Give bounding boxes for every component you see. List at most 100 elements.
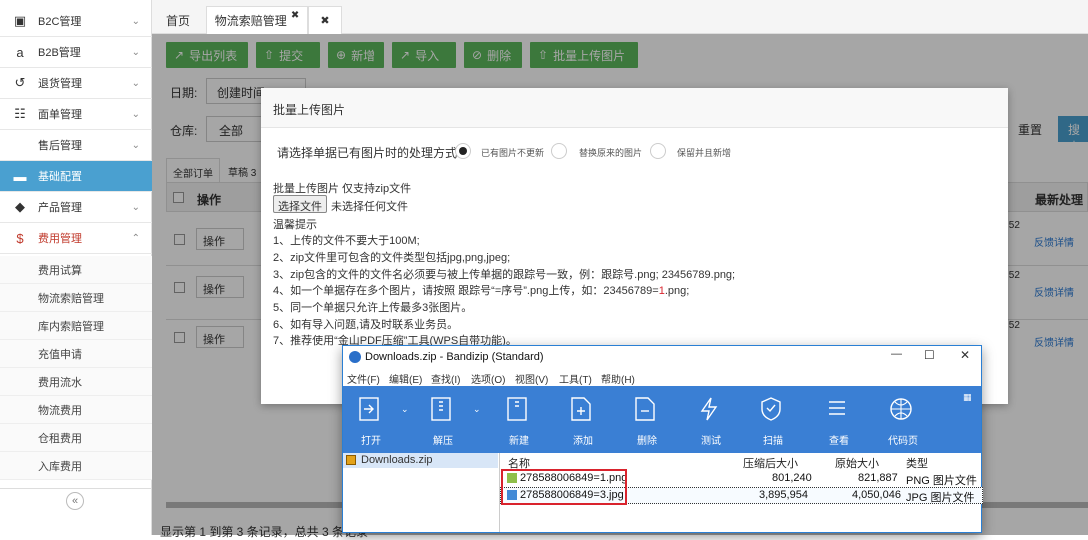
window-title: Downloads.zip - Bandizip (Standard) [365, 351, 544, 363]
chevron-down-icon: ⌄ [131, 139, 140, 151]
return-icon: ↺ [14, 75, 26, 90]
file-type: JPG 图片文件 [906, 492, 975, 504]
layout-grid-icon[interactable]: ▦ [963, 392, 972, 403]
tool-label: 测试 [701, 436, 721, 447]
sidebar-subitem-warehouse-claims[interactable]: 库内索赔管理 [0, 312, 152, 340]
chevron-down-icon[interactable]: ⌄ [473, 404, 481, 415]
tool-codepage[interactable]: 代码页 [877, 386, 929, 453]
tab-label: 首页 [165, 13, 190, 28]
bandizip-toolbar: 打开 ⌄ 解压 ⌄ 新建 添加 删除 测试 扫描 查看 代码页 ▦ [343, 386, 981, 453]
extract-icon [431, 397, 451, 421]
file-packed-size: 801,240 [772, 472, 812, 484]
sidebar: ▣ B2C管理 ⌄ a B2B管理 ⌄ ↺ 退货管理 ⌄ ☷ 面单管理 ⌄ 售后… [0, 0, 152, 535]
tab-logistics-claims[interactable]: 物流索赔管理 ✖ [206, 6, 308, 34]
minimize-icon[interactable]: — [891, 348, 902, 360]
option-append-radio[interactable] [650, 143, 666, 159]
tool-label: 解压 [433, 436, 453, 447]
option-keep-radio[interactable] [455, 143, 471, 159]
tip-6: 6、如有导入问题,请及时联系业务员。 [273, 319, 459, 331]
sidebar-item-fees[interactable]: $ 费用管理 ⌃ [0, 223, 152, 254]
tree-item[interactable]: Downloads.zip [343, 453, 498, 468]
tool-label: 扫描 [763, 436, 783, 447]
bandizip-folder-tree: Downloads.zip [343, 453, 500, 532]
sidebar-subitem-label: 物流费用 [38, 404, 82, 417]
highlight-box [501, 469, 627, 505]
tool-test[interactable]: 测试 [685, 386, 737, 453]
choose-file-button[interactable]: 选择文件 [273, 195, 327, 213]
sidebar-item-label: 退货管理 [38, 78, 82, 90]
sidebar-item-b2c[interactable]: ▣ B2C管理 ⌄ [0, 6, 152, 37]
sidebar-item-label: 产品管理 [38, 202, 82, 214]
bandizip-menubar: 文件(F) 编辑(E) 查找(I) 选项(O) 视图(V) 工具(T) 帮助(H… [343, 368, 981, 386]
new-archive-icon [507, 397, 527, 421]
tool-new[interactable]: 新建 [493, 386, 545, 453]
file-original-size: 4,050,046 [852, 489, 901, 501]
column-type[interactable]: 类型 [906, 455, 928, 471]
sidebar-subitem-label: 费用试算 [38, 264, 82, 277]
sidebar-item-aftersale[interactable]: 售后管理 ⌄ [0, 130, 152, 161]
tab-bar: 首页 物流索赔管理 ✖ ✖ [152, 0, 1088, 34]
sidebar-item-b2b[interactable]: a B2B管理 ⌄ [0, 37, 152, 68]
menu-options[interactable]: 选项(O) [471, 371, 505, 386]
file-original-size: 821,887 [858, 472, 898, 484]
tool-scan[interactable]: 扫描 [747, 386, 799, 453]
option-keep-label: 已有图片不更新 [481, 148, 545, 158]
maximize-icon[interactable]: ☐ [924, 348, 935, 362]
tab-home[interactable]: 首页 [158, 6, 198, 34]
sidebar-item-returns[interactable]: ↺ 退货管理 ⌄ [0, 68, 152, 99]
sidebar-subitem-fee-trial[interactable]: 费用试算 [0, 256, 152, 284]
menu-find[interactable]: 查找(I) [431, 371, 460, 386]
tips-title: 温馨提示 [273, 219, 317, 231]
collapse-sidebar-icon[interactable]: « [66, 492, 84, 510]
sidebar-subitem-logistics-claims[interactable]: 物流索赔管理 [0, 284, 152, 312]
file-type: PNG 图片文件 [906, 475, 977, 487]
sidebar-subitem-inbound-fees[interactable]: 入库费用 [0, 452, 152, 480]
sidebar-subitem-logistics-fees[interactable]: 物流费用 [0, 396, 152, 424]
tool-add[interactable]: 添加 [557, 386, 609, 453]
sidebar-subitem-label: 仓租费用 [38, 432, 82, 445]
tool-label: 查看 [829, 436, 849, 447]
menu-view[interactable]: 视图(V) [515, 371, 548, 386]
tool-delete[interactable]: 删除 [621, 386, 673, 453]
menu-help[interactable]: 帮助(H) [601, 371, 635, 386]
close-window-icon[interactable]: ✕ [960, 348, 970, 362]
bandizip-file-list: 名称 压缩后大小 原始大小 类型 278588006849=1.png 801,… [500, 453, 983, 532]
tip-4-text: 4、如一个单据存在多个图片，请按照 跟踪号“=序号”.png上传，如：23456… [273, 285, 659, 297]
chevron-up-icon: ⌃ [131, 232, 140, 244]
tool-view[interactable]: 查看 [813, 386, 865, 453]
sidebar-item-label: B2B管理 [38, 47, 81, 59]
sidebar-item-products[interactable]: ◆ 产品管理 ⌄ [0, 192, 152, 223]
sidebar-subitem-storage-fees[interactable]: 仓租费用 [0, 424, 152, 452]
close-all-tabs-button[interactable]: ✖ [308, 6, 342, 34]
tool-label: 打开 [361, 436, 381, 447]
close-tab-icon[interactable]: ✖ [291, 10, 299, 21]
menu-tools[interactable]: 工具(T) [559, 371, 592, 386]
sidebar-subitem-label: 入库费用 [38, 460, 82, 473]
lightning-icon [700, 397, 718, 421]
delete-file-icon [635, 397, 655, 421]
tool-open[interactable]: 打开 [345, 386, 397, 453]
sidebar-item-label: B2C管理 [38, 16, 82, 28]
sidebar-divider [0, 488, 152, 489]
column-original-size[interactable]: 原始大小 [835, 455, 879, 471]
option-replace-radio[interactable] [551, 143, 567, 159]
sidebar-subitem-fee-flow[interactable]: 费用流水 [0, 368, 152, 396]
menu-edit[interactable]: 编辑(E) [389, 371, 422, 386]
sidebar-item-label: 费用管理 [38, 233, 82, 245]
sidebar-subitem-recharge[interactable]: 充值申请 [0, 340, 152, 368]
dollar-icon: $ [16, 230, 24, 246]
menu-file[interactable]: 文件(F) [347, 371, 380, 386]
list-icon [829, 401, 845, 415]
tool-extract[interactable]: 解压 [417, 386, 469, 453]
tip-3: 3、zip包含的文件的文件名必须要与被上传单据的跟踪号一致，例：跟踪号.png;… [273, 269, 736, 281]
modal-title: 批量上传图片 [273, 103, 346, 117]
tool-label: 添加 [573, 436, 593, 447]
chevron-down-icon[interactable]: ⌄ [401, 404, 409, 415]
cart-icon: ▣ [13, 13, 27, 28]
tip-4-suffix: .png; [664, 285, 690, 297]
sidebar-item-waybill[interactable]: ☷ 面单管理 ⌄ [0, 99, 152, 130]
column-packed-size[interactable]: 压缩后大小 [743, 455, 798, 471]
tab-label: 物流索赔管理 [214, 14, 287, 28]
sidebar-item-base-config[interactable]: ▬ 基础配置 [0, 161, 152, 192]
tag-icon: ◆ [15, 199, 25, 214]
